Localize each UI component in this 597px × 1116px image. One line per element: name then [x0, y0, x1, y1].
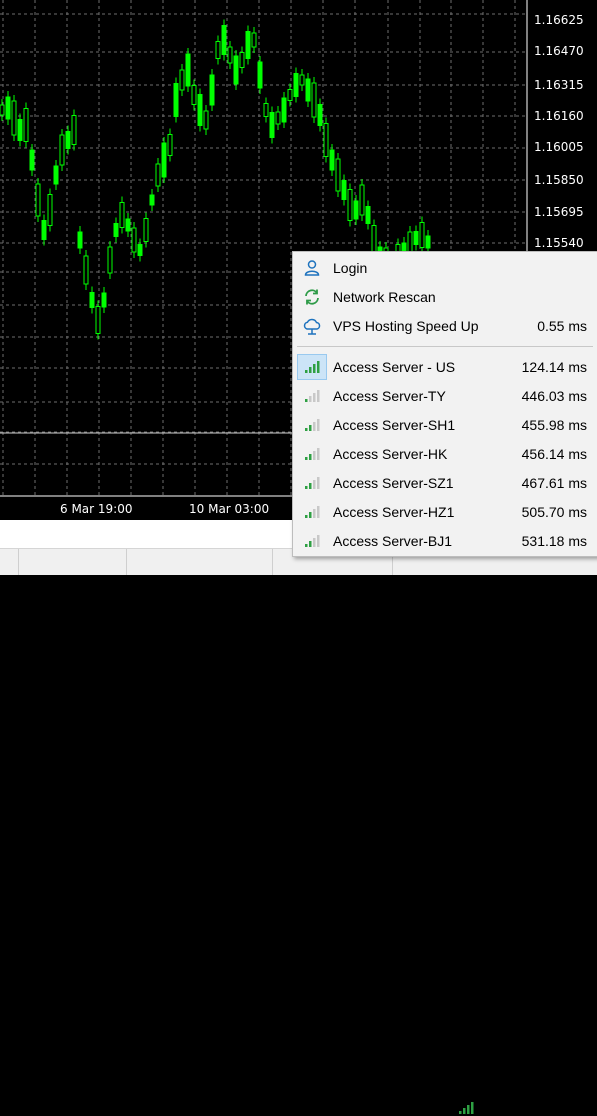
server-label: Access Server-SH1 [333, 417, 456, 433]
connection-menu: Login Network Rescan VPS Hosting Speed U… [292, 251, 597, 557]
time-tick-label: 10 Mar 03:00 [189, 502, 270, 516]
menu-item-server-sh1[interactable]: Access Server-SH1 455.98 ms [297, 412, 593, 438]
price-tick-label: 1.15540 [534, 236, 584, 250]
menu-item-network-rescan[interactable]: Network Rescan [297, 284, 593, 310]
server-ping: 531.18 ms [521, 533, 587, 549]
signal-icon [297, 419, 327, 431]
signal-icon [297, 477, 327, 489]
server-ping: 467.61 ms [521, 475, 587, 491]
server-ping: 456.14 ms [521, 446, 587, 462]
status-cell [126, 549, 273, 575]
menu-item-vps-hosting[interactable]: VPS Hosting Speed Up 0.55 ms [297, 313, 593, 339]
server-label: Access Server-TY [333, 388, 446, 404]
price-tick-label: 1.16315 [534, 78, 584, 92]
server-label: Access Server-SZ1 [333, 475, 454, 491]
menu-item-server-hk[interactable]: Access Server-HK 456.14 ms [297, 441, 593, 467]
server-ping: 455.98 ms [521, 417, 587, 433]
signal-icon [297, 535, 327, 547]
price-tick-label: 1.16160 [534, 109, 584, 123]
time-tick-label: 6 Mar 19:00 [60, 502, 133, 516]
traffic-label: 1302 / 4 Kb [482, 1100, 554, 1116]
price-tick-label: 1.16005 [534, 140, 584, 154]
signal-icon [297, 448, 327, 460]
status-cell [18, 549, 127, 575]
menu-item-label: VPS Hosting Speed Up [333, 318, 479, 334]
menu-item-server-hz1[interactable]: Access Server-HZ1 505.70 ms [297, 499, 593, 525]
price-tick-label: 1.16625 [534, 13, 584, 27]
menu-separator [297, 346, 593, 347]
menu-item-server-sz1[interactable]: Access Server-SZ1 467.61 ms [297, 470, 593, 496]
server-label: Access Server - US [333, 359, 456, 375]
menu-item-server-bj1[interactable]: Access Server-BJ1 531.18 ms [297, 528, 593, 554]
status-cell [0, 549, 19, 575]
menu-item-label: Login [333, 260, 368, 276]
connection-status[interactable]: 1302 / 4 Kb [458, 1100, 554, 1116]
signal-icon [459, 1102, 474, 1114]
price-tick-label: 1.16470 [534, 44, 584, 58]
menu-item-label: Network Rescan [333, 289, 436, 305]
server-label: Access Server-HZ1 [333, 504, 455, 520]
server-label: Access Server-BJ1 [333, 533, 453, 549]
menu-item-value: 0.55 ms [537, 318, 587, 334]
menu-item-server-us[interactable]: Access Server - US 124.14 ms [297, 354, 593, 380]
server-ping: 124.14 ms [521, 359, 587, 375]
server-ping: 505.70 ms [521, 504, 587, 520]
price-tick-label: 1.15695 [534, 205, 584, 219]
cloud-icon [297, 317, 327, 335]
server-label: Access Server-HK [333, 446, 448, 462]
menu-item-server-ty[interactable]: Access Server-TY 446.03 ms [297, 383, 593, 409]
refresh-icon [297, 288, 327, 306]
menu-item-login[interactable]: Login [297, 255, 593, 281]
signal-icon [297, 390, 327, 402]
signal-icon [297, 506, 327, 518]
user-icon [297, 259, 327, 277]
server-ping: 446.03 ms [521, 388, 587, 404]
signal-icon [297, 354, 327, 380]
price-tick-label: 1.15850 [534, 173, 584, 187]
